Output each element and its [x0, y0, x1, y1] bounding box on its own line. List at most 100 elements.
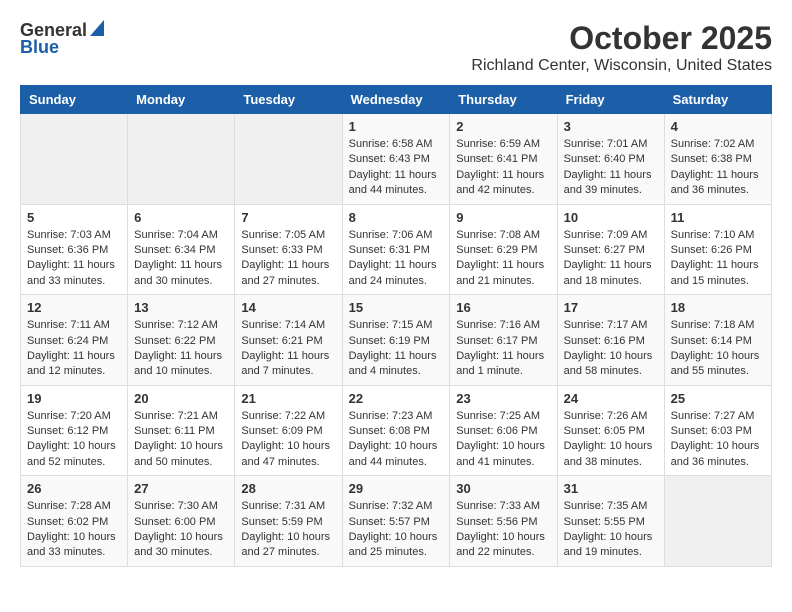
table-row: 23Sunrise: 7:25 AMSunset: 6:06 PMDayligh… [450, 385, 557, 476]
day-info: Sunrise: 7:20 AMSunset: 6:12 PMDaylight:… [27, 409, 121, 471]
month-title: October 2025 [471, 20, 772, 57]
day-number: 12 [27, 300, 121, 315]
day-number: 13 [134, 300, 228, 315]
day-number: 26 [27, 481, 121, 496]
col-sunday: Sunday [21, 86, 128, 114]
day-number: 16 [456, 300, 550, 315]
day-number: 31 [564, 481, 658, 496]
day-number: 15 [349, 300, 444, 315]
calendar-week-row: 12 Sunrise: 7:11 AMSunset: 6:24 PMDayligh… [21, 295, 772, 386]
calendar-header-row: Sunday Monday Tuesday Wednesday Thursday… [21, 86, 772, 114]
day-info: Sunrise: 7:12 AMSunset: 6:22 PMDaylight:… [134, 318, 228, 380]
day-number: 14 [241, 300, 335, 315]
day-number: 25 [671, 391, 765, 406]
table-row: 1Sunrise: 6:58 AMSunset: 6:43 PMDaylight… [342, 114, 450, 205]
day-number: 27 [134, 481, 228, 496]
day-info: Sunrise: 7:28 AMSunset: 6:02 PMDaylight:… [27, 499, 121, 561]
day-info: Sunrise: 7:31 AMSunset: 5:59 PMDaylight:… [241, 499, 335, 561]
location-title: Richland Center, Wisconsin, United State… [471, 57, 772, 75]
day-info: Sunrise: 7:17 AMSunset: 6:16 PMDaylight:… [564, 318, 658, 380]
col-friday: Friday [557, 86, 664, 114]
table-row: 27 Sunrise: 7:30 AMSunset: 6:00 PMDayligh… [128, 476, 235, 567]
table-row: 16Sunrise: 7:16 AMSunset: 6:17 PMDayligh… [450, 295, 557, 386]
table-row: 11 Sunrise: 7:10 AMSunset: 6:26 PMDayligh… [664, 204, 771, 295]
day-number: 21 [241, 391, 335, 406]
day-info: Sunrise: 7:04 AMSunset: 6:34 PMDaylight:… [134, 228, 228, 290]
day-info: Sunrise: 7:25 AMSunset: 6:06 PMDaylight:… [456, 409, 550, 471]
page-header: General Blue October 2025 Richland Cente… [20, 20, 772, 75]
table-row: 28 Sunrise: 7:31 AMSunset: 5:59 PMDayligh… [235, 476, 342, 567]
table-row: 4Sunrise: 7:02 AMSunset: 6:38 PMDaylight… [664, 114, 771, 205]
table-row: 19 Sunrise: 7:20 AMSunset: 6:12 PMDayligh… [21, 385, 128, 476]
table-row: 18 Sunrise: 7:18 AMSunset: 6:14 PMDayligh… [664, 295, 771, 386]
table-row: 24 Sunrise: 7:26 AMSunset: 6:05 PMDayligh… [557, 385, 664, 476]
day-info: Sunrise: 7:22 AMSunset: 6:09 PMDaylight:… [241, 409, 335, 471]
day-number: 6 [134, 210, 228, 225]
day-info: Sunrise: 7:15 AMSunset: 6:19 PMDaylight:… [349, 318, 444, 380]
table-row: 31 Sunrise: 7:35 AMSunset: 5:55 PMDayligh… [557, 476, 664, 567]
table-row [664, 476, 771, 567]
table-row: 14 Sunrise: 7:14 AMSunset: 6:21 PMDayligh… [235, 295, 342, 386]
calendar-week-row: 26 Sunrise: 7:28 AMSunset: 6:02 PMDayligh… [21, 476, 772, 567]
day-number: 9 [456, 210, 550, 225]
day-number: 22 [349, 391, 444, 406]
day-info: Sunrise: 6:59 AMSunset: 6:41 PMDaylight:… [456, 137, 550, 199]
col-thursday: Thursday [450, 86, 557, 114]
day-number: 5 [27, 210, 121, 225]
calendar-week-row: 19 Sunrise: 7:20 AMSunset: 6:12 PMDayligh… [21, 385, 772, 476]
table-row: 30Sunrise: 7:33 AMSunset: 5:56 PMDayligh… [450, 476, 557, 567]
table-row: 25 Sunrise: 7:27 AMSunset: 6:03 PMDayligh… [664, 385, 771, 476]
day-info: Sunrise: 6:58 AMSunset: 6:43 PMDaylight:… [349, 137, 444, 199]
calendar-week-row: 1Sunrise: 6:58 AMSunset: 6:43 PMDaylight… [21, 114, 772, 205]
day-info: Sunrise: 7:05 AMSunset: 6:33 PMDaylight:… [241, 228, 335, 290]
table-row: 8 Sunrise: 7:06 AMSunset: 6:31 PMDaylight… [342, 204, 450, 295]
day-number: 29 [349, 481, 444, 496]
table-row: 5Sunrise: 7:03 AMSunset: 6:36 PMDaylight… [21, 204, 128, 295]
calendar-title-area: October 2025 Richland Center, Wisconsin,… [471, 20, 772, 75]
day-info: Sunrise: 7:14 AMSunset: 6:21 PMDaylight:… [241, 318, 335, 380]
day-info: Sunrise: 7:30 AMSunset: 6:00 PMDaylight:… [134, 499, 228, 561]
day-info: Sunrise: 7:11 AMSunset: 6:24 PMDaylight:… [27, 318, 121, 380]
table-row [128, 114, 235, 205]
col-saturday: Saturday [664, 86, 771, 114]
logo-blue-text: Blue [20, 37, 59, 58]
table-row: 13 Sunrise: 7:12 AMSunset: 6:22 PMDayligh… [128, 295, 235, 386]
day-info: Sunrise: 7:01 AMSunset: 6:40 PMDaylight:… [564, 137, 658, 199]
table-row: 3 Sunrise: 7:01 AMSunset: 6:40 PMDaylight… [557, 114, 664, 205]
table-row: 20Sunrise: 7:21 AMSunset: 6:11 PMDayligh… [128, 385, 235, 476]
day-number: 24 [564, 391, 658, 406]
day-number: 8 [349, 210, 444, 225]
table-row: 6 Sunrise: 7:04 AMSunset: 6:34 PMDaylight… [128, 204, 235, 295]
table-row: 10 Sunrise: 7:09 AMSunset: 6:27 PMDayligh… [557, 204, 664, 295]
logo-triangle-icon [90, 20, 104, 41]
day-number: 10 [564, 210, 658, 225]
table-row [235, 114, 342, 205]
day-info: Sunrise: 7:06 AMSunset: 6:31 PMDaylight:… [349, 228, 444, 290]
day-info: Sunrise: 7:08 AMSunset: 6:29 PMDaylight:… [456, 228, 550, 290]
table-row: 12 Sunrise: 7:11 AMSunset: 6:24 PMDayligh… [21, 295, 128, 386]
day-number: 11 [671, 210, 765, 225]
table-row: 15 Sunrise: 7:15 AMSunset: 6:19 PMDayligh… [342, 295, 450, 386]
table-row: 29 Sunrise: 7:32 AMSunset: 5:57 PMDayligh… [342, 476, 450, 567]
table-row: 22 Sunrise: 7:23 AMSunset: 6:08 PMDayligh… [342, 385, 450, 476]
day-info: Sunrise: 7:21 AMSunset: 6:11 PMDaylight:… [134, 409, 228, 471]
day-info: Sunrise: 7:35 AMSunset: 5:55 PMDaylight:… [564, 499, 658, 561]
day-info: Sunrise: 7:10 AMSunset: 6:26 PMDaylight:… [671, 228, 765, 290]
day-info: Sunrise: 7:32 AMSunset: 5:57 PMDaylight:… [349, 499, 444, 561]
day-info: Sunrise: 7:27 AMSunset: 6:03 PMDaylight:… [671, 409, 765, 471]
table-row: 9 Sunrise: 7:08 AMSunset: 6:29 PMDaylight… [450, 204, 557, 295]
day-number: 30 [456, 481, 550, 496]
day-number: 28 [241, 481, 335, 496]
col-wednesday: Wednesday [342, 86, 450, 114]
day-info: Sunrise: 7:26 AMSunset: 6:05 PMDaylight:… [564, 409, 658, 471]
day-number: 17 [564, 300, 658, 315]
day-info: Sunrise: 7:09 AMSunset: 6:27 PMDaylight:… [564, 228, 658, 290]
day-info: Sunrise: 7:02 AMSunset: 6:38 PMDaylight:… [671, 137, 765, 199]
day-info: Sunrise: 7:23 AMSunset: 6:08 PMDaylight:… [349, 409, 444, 471]
day-info: Sunrise: 7:18 AMSunset: 6:14 PMDaylight:… [671, 318, 765, 380]
day-number: 19 [27, 391, 121, 406]
day-number: 2 [456, 119, 550, 134]
calendar-table: Sunday Monday Tuesday Wednesday Thursday… [20, 85, 772, 567]
day-number: 3 [564, 119, 658, 134]
day-number: 18 [671, 300, 765, 315]
